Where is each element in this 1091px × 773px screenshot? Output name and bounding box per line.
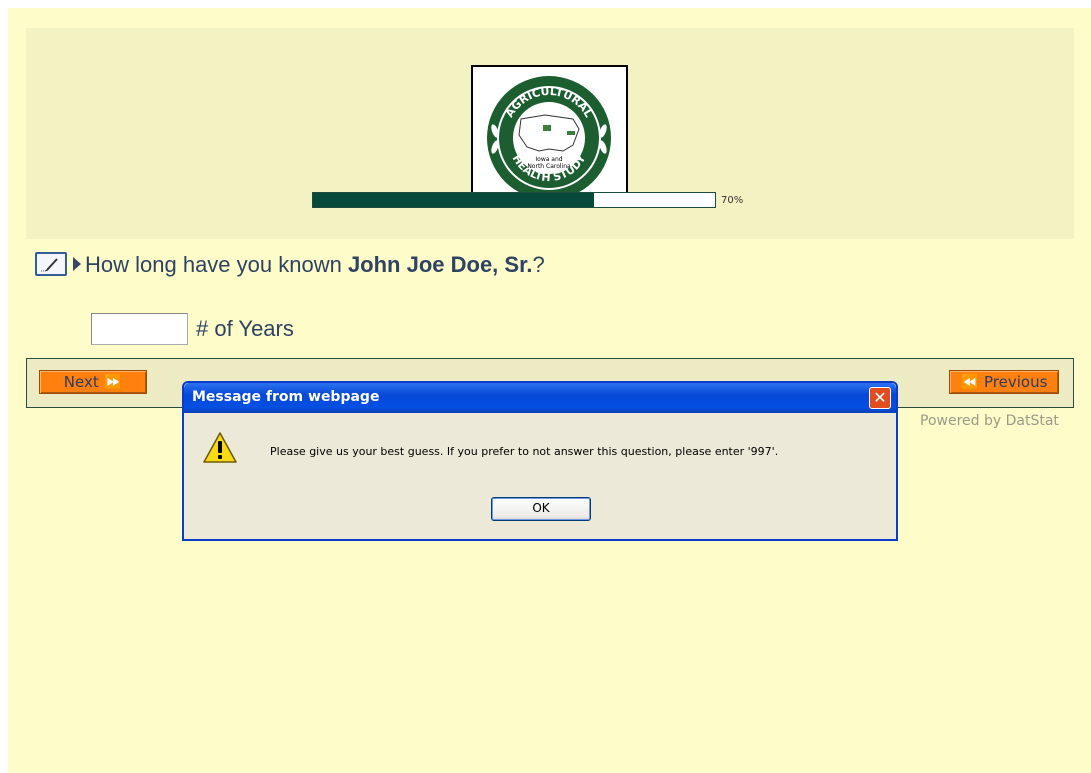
years-unit-label: # of Years bbox=[196, 316, 294, 341]
dialog-title: Message from webpage bbox=[192, 389, 380, 405]
ok-button[interactable]: OK bbox=[491, 497, 591, 521]
question-subject-name: John Joe Doe, Sr. bbox=[347, 252, 533, 277]
previous-button[interactable]: ⏪ Previous bbox=[949, 370, 1059, 394]
alert-dialog: Message from webpage ✕ Please give us yo… bbox=[182, 381, 898, 541]
warning-icon bbox=[203, 432, 237, 463]
logo-center-line1: Iowa and bbox=[535, 156, 562, 163]
close-icon[interactable]: ✕ bbox=[869, 387, 891, 409]
progress-fill bbox=[313, 193, 595, 207]
dialog-message: Please give us your best guess. If you p… bbox=[270, 445, 779, 458]
study-logo: AGRICULTURAL HEALTH STUDY Iowa and North… bbox=[471, 65, 628, 208]
next-button[interactable]: Next ⏩ bbox=[39, 370, 147, 394]
question-text: How long have you known John Joe Doe, Sr… bbox=[85, 252, 545, 278]
dialog-title-bar[interactable]: Message from webpage ✕ bbox=[184, 383, 896, 413]
logo-center-line2: North Carolina bbox=[527, 163, 571, 170]
years-input[interactable] bbox=[91, 313, 188, 345]
pencil-icon[interactable] bbox=[35, 252, 67, 276]
progress-bar bbox=[312, 192, 716, 208]
logo-graphic: AGRICULTURAL HEALTH STUDY Iowa and North… bbox=[487, 76, 611, 200]
powered-by-text: Powered by DatStat bbox=[920, 413, 1059, 429]
question-suffix: ? bbox=[532, 252, 545, 277]
progress-label: 70% bbox=[721, 195, 744, 206]
play-triangle-icon bbox=[73, 257, 81, 271]
question-prefix: How long have you known bbox=[85, 252, 348, 277]
